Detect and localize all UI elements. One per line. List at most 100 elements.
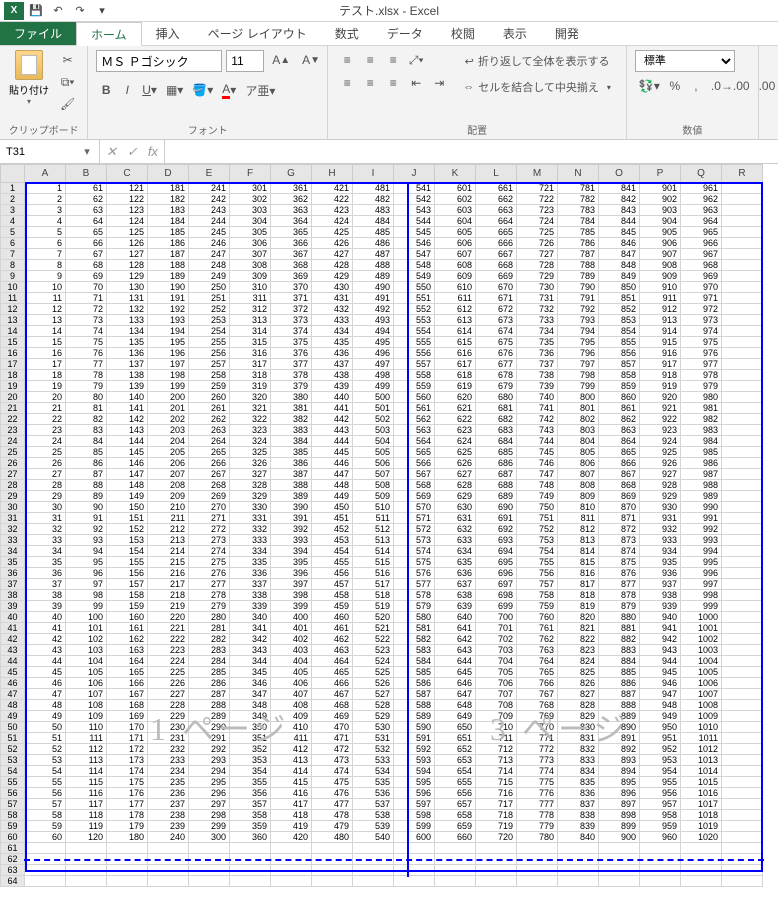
cell[interactable]: 169 (107, 711, 148, 722)
cell[interactable]: 175 (107, 777, 148, 788)
cell[interactable]: 428 (312, 260, 353, 271)
cell[interactable]: 604 (435, 216, 476, 227)
cell[interactable]: 35 (25, 557, 66, 568)
cell[interactable]: 286 (189, 678, 230, 689)
cell[interactable]: 426 (312, 238, 353, 249)
cell[interactable]: 831 (558, 733, 599, 744)
cell[interactable] (722, 744, 763, 755)
cell[interactable]: 96 (66, 568, 107, 579)
cell[interactable] (722, 381, 763, 392)
cell[interactable] (271, 865, 312, 876)
cell[interactable]: 647 (435, 689, 476, 700)
cell[interactable]: 838 (558, 810, 599, 821)
cell[interactable]: 1007 (681, 689, 722, 700)
cell[interactable]: 843 (599, 205, 640, 216)
cell[interactable]: 874 (599, 546, 640, 557)
cell[interactable]: 297 (189, 799, 230, 810)
cell[interactable]: 672 (476, 304, 517, 315)
cell[interactable]: 813 (558, 535, 599, 546)
cell[interactable]: 854 (599, 326, 640, 337)
cell[interactable]: 112 (66, 744, 107, 755)
cell[interactable]: 503 (353, 425, 394, 436)
cell[interactable]: 835 (558, 777, 599, 788)
cell[interactable]: 5 (25, 227, 66, 238)
cut-icon[interactable]: ✂ (56, 50, 79, 70)
cell[interactable]: 591 (394, 733, 435, 744)
cell[interactable]: 316 (230, 348, 271, 359)
cell[interactable] (722, 557, 763, 568)
merge-center-button[interactable]: ⇔セルを結合して中央揃え▾ (456, 76, 618, 98)
cell[interactable]: 102 (66, 634, 107, 645)
cell[interactable]: 525 (353, 667, 394, 678)
cell[interactable]: 574 (394, 546, 435, 557)
cell[interactable]: 1 (25, 183, 66, 194)
cell[interactable]: 212 (148, 524, 189, 535)
cell[interactable]: 100 (66, 612, 107, 623)
cell[interactable]: 448 (312, 480, 353, 491)
cell[interactable] (722, 755, 763, 766)
cell[interactable]: 458 (312, 590, 353, 601)
cell[interactable] (599, 843, 640, 854)
cell[interactable] (394, 865, 435, 876)
cell[interactable]: 675 (476, 337, 517, 348)
cell[interactable]: 767 (517, 689, 558, 700)
cell[interactable]: 332 (230, 524, 271, 535)
cell[interactable]: 380 (271, 392, 312, 403)
cell[interactable] (722, 359, 763, 370)
cell[interactable]: 523 (353, 645, 394, 656)
cell[interactable]: 54 (25, 766, 66, 777)
cell[interactable]: 65 (66, 227, 107, 238)
cell[interactable]: 368 (271, 260, 312, 271)
row-header[interactable]: 52 (1, 744, 25, 755)
cell[interactable] (640, 876, 681, 887)
cell[interactable]: 969 (681, 271, 722, 282)
cell[interactable]: 279 (189, 601, 230, 612)
cell[interactable]: 191 (148, 293, 189, 304)
accounting-format-icon[interactable]: 💱▾ (635, 76, 664, 96)
cell[interactable]: 273 (189, 535, 230, 546)
cell[interactable]: 560 (394, 392, 435, 403)
format-painter-icon[interactable]: 🖌 (56, 94, 79, 114)
cell[interactable]: 241 (189, 183, 230, 194)
cell[interactable]: 768 (517, 700, 558, 711)
row-header[interactable]: 31 (1, 513, 25, 524)
cell[interactable]: 522 (353, 634, 394, 645)
cell[interactable]: 292 (189, 744, 230, 755)
cell[interactable]: 978 (681, 370, 722, 381)
cell[interactable]: 246 (189, 238, 230, 249)
cell[interactable]: 839 (558, 821, 599, 832)
cell[interactable]: 520 (353, 612, 394, 623)
cell[interactable]: 73 (66, 315, 107, 326)
cell[interactable]: 158 (107, 590, 148, 601)
cell[interactable]: 724 (517, 216, 558, 227)
cell[interactable]: 873 (599, 535, 640, 546)
cell[interactable]: 8 (25, 260, 66, 271)
tab-file[interactable]: ファイル (0, 22, 76, 45)
italic-button[interactable]: I (117, 80, 137, 100)
cell[interactable]: 790 (558, 282, 599, 293)
cell[interactable]: 597 (394, 799, 435, 810)
cell[interactable]: 879 (599, 601, 640, 612)
cell[interactable]: 376 (271, 348, 312, 359)
cell[interactable]: 896 (599, 788, 640, 799)
cell[interactable]: 440 (312, 392, 353, 403)
cell[interactable]: 956 (640, 788, 681, 799)
cell[interactable]: 547 (394, 249, 435, 260)
row-header[interactable]: 28 (1, 480, 25, 491)
cell[interactable]: 12 (25, 304, 66, 315)
cell[interactable]: 860 (599, 392, 640, 403)
cell[interactable] (25, 876, 66, 887)
cell[interactable]: 524 (353, 656, 394, 667)
cell[interactable]: 131 (107, 293, 148, 304)
cell[interactable]: 599 (394, 821, 435, 832)
cell[interactable]: 517 (353, 579, 394, 590)
cell[interactable]: 350 (230, 722, 271, 733)
cell[interactable]: 921 (640, 403, 681, 414)
cell[interactable] (558, 865, 599, 876)
cell[interactable]: 253 (189, 315, 230, 326)
cell[interactable]: 492 (353, 304, 394, 315)
cell[interactable]: 434 (312, 326, 353, 337)
cell[interactable]: 343 (230, 645, 271, 656)
cell[interactable]: 909 (640, 271, 681, 282)
cell[interactable]: 686 (476, 458, 517, 469)
